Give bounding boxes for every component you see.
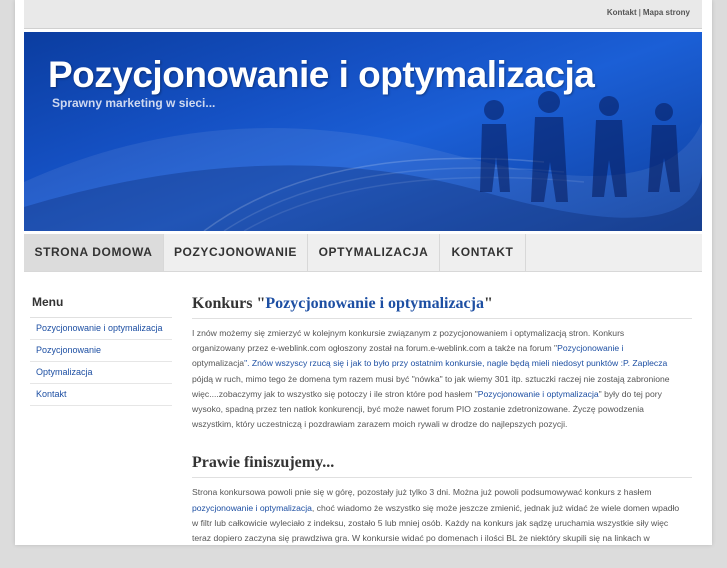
post-konkurs: Konkurs "Pozycjonowanie i optymalizacja"…	[192, 295, 692, 432]
post-prawie-finiszujemy: Prawie finiszujemy... Strona konkursowa …	[192, 454, 692, 546]
post-body: Strona konkursowa powoli pnie się w górę…	[192, 485, 692, 546]
post-line: pozycjonowanie i optymalizacja, choć wia…	[192, 501, 692, 516]
sidebar-item-kontakt[interactable]: Kontakt	[30, 384, 172, 406]
post-text: organizowany przez e-weblink.com ogłoszo…	[192, 343, 558, 354]
post-title: Prawie finiszujemy...	[192, 454, 692, 479]
post-title-prefix: Prawie finiszujemy...	[192, 454, 335, 472]
inline-keyword-link[interactable]: pozycjonowanie i optymalizacja	[192, 503, 312, 513]
post-title-prefix: Konkurs "	[192, 295, 266, 312]
sidebar-menu: Pozycjonowanie i optymalizacja Pozycjono…	[30, 317, 172, 406]
post-text: " były do tej pory	[598, 388, 662, 399]
sidebar: Menu Pozycjonowanie i optymalizacja Pozy…	[30, 295, 172, 406]
post-text: I znów możemy się zmierzyć w kolejnym ko…	[192, 328, 625, 338]
sitemap-link[interactable]: Mapa strony	[643, 8, 690, 17]
top-links: Kontakt | Mapa strony	[607, 8, 690, 17]
top-links-separator: |	[638, 8, 641, 17]
nav-pozycjonowanie[interactable]: POZYCJONOWANIE	[164, 234, 308, 271]
header-banner: Pozycjonowanie i optymalizacja Sprawny m…	[24, 32, 702, 231]
post-title-highlight[interactable]: Pozycjonowanie i optymalizacja	[265, 295, 484, 312]
page-wrapper: Kontakt | Mapa strony Pozycjonowanie i opt…	[15, 0, 712, 545]
sidebar-title: Menu	[32, 295, 64, 309]
post-title: Konkurs "Pozycjonowanie i optymalizacja"	[192, 295, 692, 319]
nav-kontakt[interactable]: KONTAKT	[440, 234, 526, 271]
site-title: Pozycjonowanie i optymalizacja	[48, 54, 595, 95]
post-body: I znów możemy się zmierzyć w kolejnym ko…	[192, 326, 692, 432]
post-text: pójdą w ruch, mimo tego że domena tym ra…	[192, 373, 670, 384]
post-line: pójdą w ruch, mimo tego że domena tym ra…	[192, 372, 692, 387]
post-line: wysoko, spadną przez ten natłok konkuren…	[192, 402, 692, 417]
inline-keyword-link[interactable]: Pozycjonowanie i optymalizacja	[478, 389, 599, 399]
sidebar-item-pozycjonowanie[interactable]: Pozycjonowanie	[30, 340, 172, 362]
post-text: optymalizacja	[192, 358, 245, 369]
post-text: wysoko, spadną przez ten natłok konkuren…	[192, 404, 644, 415]
post-line: optymalizacja". Znów wszyscy rzucą się i…	[192, 356, 692, 371]
nav-home[interactable]: STRONA DOMOWA	[24, 234, 164, 271]
post-text: w filtr lub całkowicie wyleciało z indek…	[192, 517, 669, 528]
post-text: , choć wiadomo że wszystko się może jesz…	[311, 502, 680, 513]
contact-link[interactable]: Kontakt	[607, 8, 637, 17]
inline-keyword-link[interactable]: Pozycjonowanie i	[557, 343, 623, 353]
post-line: w filtr lub całkowicie wyleciało z indek…	[192, 516, 692, 531]
nav-optymalizacja[interactable]: OPTYMALIZACJA	[308, 234, 440, 271]
post-line: teraz dopiero zaczyna się prawdziwa gra.…	[192, 531, 692, 546]
post-text: więc....zobaczymy jak to wszystko się po…	[192, 388, 478, 399]
post-text: teraz dopiero zaczyna się prawdziwa gra.…	[192, 533, 650, 544]
post-line: organizowany przez e-weblink.com ogłoszo…	[192, 341, 692, 356]
sidebar-item-pozycjonowanie-i-optymalizacja[interactable]: Pozycjonowanie i optymalizacja	[30, 318, 172, 340]
main-navigation: STRONA DOMOWA POZYCJONOWANIE OPTYMALIZAC…	[24, 234, 702, 272]
post-line: więc....zobaczymy jak to wszystko się po…	[192, 387, 692, 402]
main-content: Konkurs "Pozycjonowanie i optymalizacja"…	[192, 295, 692, 568]
inline-keyword-link[interactable]: ". Znów wszyscy rzucą się i jak to było …	[244, 358, 667, 368]
post-line: Strona konkursowa powoli pnie się w górę…	[192, 485, 692, 500]
top-bar: Kontakt | Mapa strony	[24, 0, 702, 29]
site-subtitle: Sprawny marketing w sieci...	[52, 96, 216, 110]
post-title-suffix: "	[483, 295, 493, 312]
post-text: wszystkim, który uczestniczą i pozdrawia…	[192, 419, 568, 430]
post-line: I znów możemy się zmierzyć w kolejnym ko…	[192, 326, 692, 341]
sidebar-item-optymalizacja[interactable]: Optymalizacja	[30, 362, 172, 384]
post-line: wszystkim, który uczestniczą i pozdrawia…	[192, 417, 692, 432]
post-text: Strona konkursowa powoli pnie się w górę…	[192, 487, 652, 498]
